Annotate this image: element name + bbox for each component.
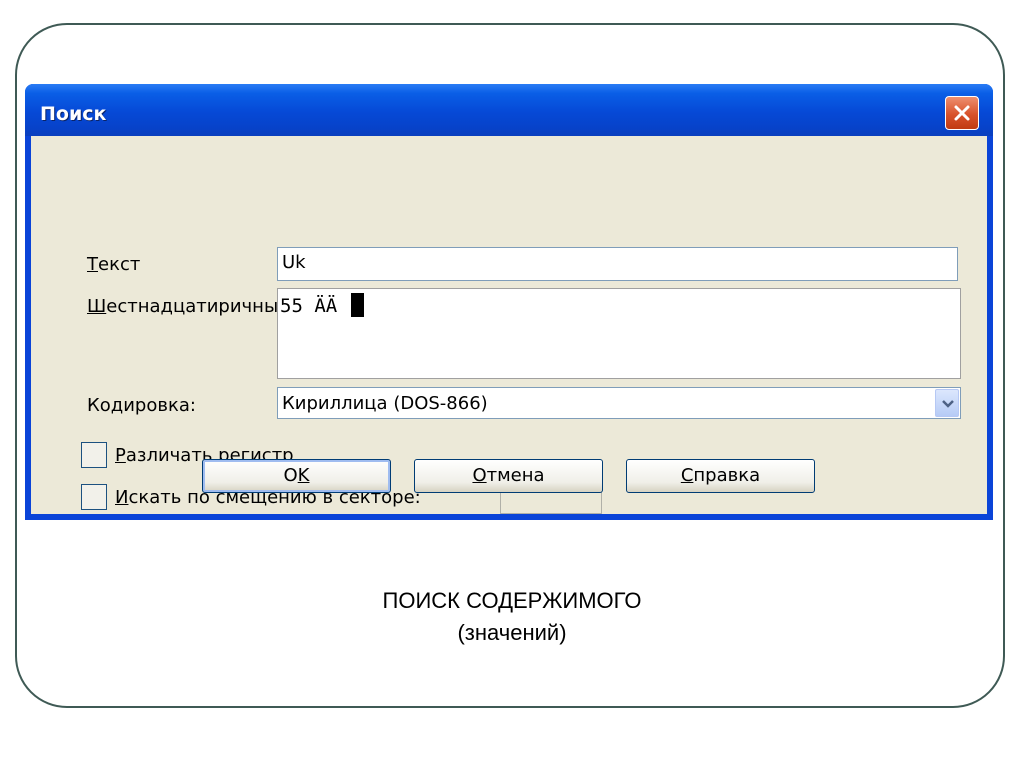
close-icon xyxy=(954,105,970,121)
text-label: Текст xyxy=(87,254,141,275)
cancel-button[interactable]: Отмена xyxy=(414,459,603,493)
dialog-title: Поиск xyxy=(40,103,107,125)
chevron-down-icon xyxy=(942,400,954,408)
slide-caption-title: ПОИСК СОДЕРЖИМОГО xyxy=(382,588,642,613)
case-sensitive-checkbox[interactable] xyxy=(81,442,107,468)
slide-caption-subtitle: (значений) xyxy=(457,620,567,645)
encoding-label: Кодировка: xyxy=(87,395,196,416)
close-button[interactable] xyxy=(945,96,979,130)
text-cursor xyxy=(350,293,364,317)
dialog-client-area: Текст Uk Шестнадцатиричный: 55 ÄÄ Кодиро… xyxy=(31,136,987,514)
sector-offset-checkbox[interactable] xyxy=(81,484,107,510)
hex-label: Шестнадцатиричный: xyxy=(87,296,296,317)
encoding-dropdown-button[interactable] xyxy=(935,389,959,417)
encoding-select[interactable]: Кириллица (DOS-866) xyxy=(277,387,961,419)
encoding-selected-value: Кириллица (DOS-866) xyxy=(282,393,488,414)
hex-search-input[interactable]: 55 ÄÄ xyxy=(277,288,961,379)
help-button[interactable]: Справка xyxy=(626,459,815,493)
dialog-titlebar[interactable]: Поиск xyxy=(25,84,993,136)
text-search-input[interactable]: Uk xyxy=(277,247,958,281)
ok-button[interactable]: OK xyxy=(202,459,391,493)
search-dialog: Поиск Текст Uk Шестнадцатиричный: 55 ÄÄ … xyxy=(25,84,993,520)
